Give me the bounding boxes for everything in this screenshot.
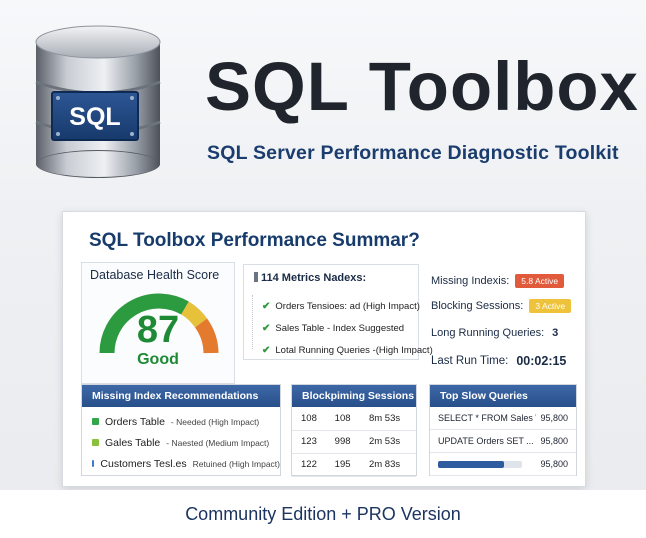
slow-queries-header[interactable]: Top Slow Queries: [430, 385, 576, 407]
status-summary: Missing Indexis: 5.8 Active Blocking Ses…: [431, 268, 579, 373]
health-score-value: 87: [136, 309, 180, 351]
blocking-sessions-header[interactable]: Blockpiming Sessions: [292, 385, 416, 407]
table-row[interactable]: 108 108 8m 53s: [292, 407, 416, 431]
last-run-label: Last Run Time:: [431, 354, 509, 367]
slow-queries-card: Top Slow Queries SELECT * FROM Sales WHE…: [429, 384, 577, 476]
long-running-value: 3: [552, 326, 559, 339]
check-icon: ✔: [262, 344, 271, 356]
recommendations-card: Missing Index Recommendations Orders Tab…: [81, 384, 281, 476]
status-square-icon: [92, 460, 95, 467]
edition-footer: Community Edition + PRO Version: [0, 490, 646, 538]
panel-title: SQL Toolbox Performance Summar?: [89, 230, 420, 251]
recommendations-header[interactable]: Missing Index Recommendations: [82, 385, 280, 407]
app-title: SQL Toolbox: [205, 48, 639, 125]
list-item[interactable]: Customers Tesl.es Retuined (High Impact): [92, 453, 280, 474]
check-icon: ✔: [262, 300, 271, 312]
metrics-card: 114 Metrics Nadexs: ✔ Orders Tensioes: ad…: [243, 264, 433, 360]
check-icon: ✔: [262, 322, 271, 334]
table-row[interactable]: UPDATE Orders SET ... 95,800: [430, 430, 576, 453]
metrics-title: 114 Metrics Nadexs:: [254, 272, 366, 284]
metrics-item: ✔ Orders Tensioes: ad (High Impact): [262, 300, 420, 312]
table-row[interactable]: 95,800: [430, 453, 576, 476]
last-run-row: Last Run Time: 00:02:15: [431, 348, 579, 373]
status-square-icon: [92, 418, 99, 425]
app-subtitle: SQL Server Performance Diagnostic Toolki…: [207, 142, 619, 164]
database-icon: SQL: [28, 18, 168, 178]
table-row[interactable]: SELECT * FROM Sales WHERE...95,800: [430, 407, 576, 430]
missing-indexes-label: Missing Indexis:: [431, 274, 510, 287]
list-item[interactable]: Orders Table - Needed (High Impact): [92, 411, 280, 432]
blocking-sessions-badge: 3 Active: [529, 298, 572, 313]
performance-summary-panel: SQL Toolbox Performance Summar? Database…: [62, 211, 586, 487]
missing-indexes-row[interactable]: Missing Indexis: 5.8 Active: [431, 268, 579, 293]
table-row[interactable]: 122 195 2m 83s: [292, 453, 416, 477]
health-score-label: Database Health Score: [90, 268, 220, 282]
metrics-title-text: 114 Metrics Nadexs:: [261, 272, 367, 284]
query-progress-bar: [438, 460, 523, 468]
health-score-card: Database Health Score 87 Good: [81, 262, 235, 384]
missing-indexes-badge: 5.8 Active: [515, 273, 565, 288]
blocking-sessions-table: 108 108 8m 53s 123 998 2m 53s 122 195 2m 83s: [292, 407, 416, 477]
db-icon-label: SQL: [69, 103, 120, 131]
long-running-label: Long Running Queries:: [431, 326, 545, 339]
blocking-sessions-row[interactable]: Blocking Sessions: 3 Active: [431, 293, 579, 318]
metrics-item: ✔ Sales Table - Index Suggested: [262, 322, 405, 334]
blocking-sessions-label: Blocking Sessions:: [431, 299, 524, 312]
metrics-mark-icon: [254, 272, 258, 282]
query-progress-fill: [438, 460, 504, 468]
metrics-item: ✔ Lotal Running Queries -(High Impact): [262, 344, 433, 356]
last-run-value: 00:02:15: [516, 353, 567, 368]
health-status: Good: [137, 351, 179, 368]
list-item[interactable]: Gales Table - Naested (Medium Impact): [92, 432, 280, 453]
blocking-sessions-card: Blockpiming Sessions 108 108 8m 53s 123 998…: [291, 384, 417, 477]
metrics-scroll-handle[interactable]: [252, 295, 255, 349]
status-square-icon: [92, 439, 99, 446]
long-running-row[interactable]: Long Running Queries: 3: [431, 320, 579, 345]
table-row[interactable]: 123 998 2m 53s: [292, 430, 416, 454]
